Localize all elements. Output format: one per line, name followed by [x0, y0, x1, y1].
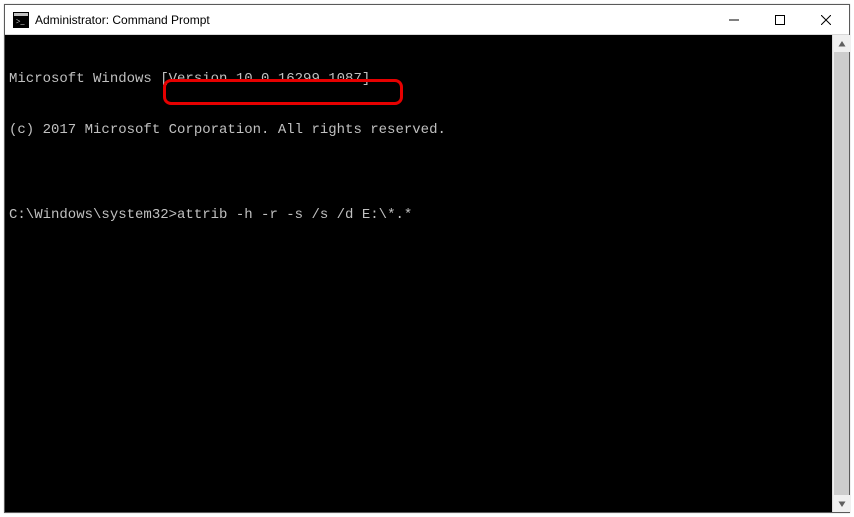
scroll-thumb[interactable]: [834, 52, 849, 496]
vertical-scrollbar[interactable]: [832, 35, 849, 512]
prompt-line: C:\Windows\system32>attrib -h -r -s /s /…: [9, 207, 828, 224]
cmd-icon: >_: [13, 12, 29, 28]
prompt-text: C:\Windows\system32>: [9, 207, 177, 223]
command-prompt-window: >_ Administrator: Command Prompt Microso…: [4, 4, 850, 513]
client-area: Microsoft Windows [Version 10.0.16299.10…: [5, 35, 849, 512]
window-controls: [711, 5, 849, 34]
svg-text:>_: >_: [16, 17, 26, 26]
output-line: (c) 2017 Microsoft Corporation. All righ…: [9, 122, 828, 139]
scroll-up-button[interactable]: [833, 35, 850, 52]
minimize-button[interactable]: [711, 5, 757, 34]
maximize-button[interactable]: [757, 5, 803, 34]
close-button[interactable]: [803, 5, 849, 34]
window-title: Administrator: Command Prompt: [35, 13, 711, 27]
titlebar[interactable]: >_ Administrator: Command Prompt: [5, 5, 849, 35]
scroll-down-button[interactable]: [833, 495, 850, 512]
terminal-output[interactable]: Microsoft Windows [Version 10.0.16299.10…: [5, 35, 832, 512]
output-line: Microsoft Windows [Version 10.0.16299.10…: [9, 71, 828, 88]
command-text: attrib -h -r -s /s /d E:\*.*: [177, 207, 412, 223]
